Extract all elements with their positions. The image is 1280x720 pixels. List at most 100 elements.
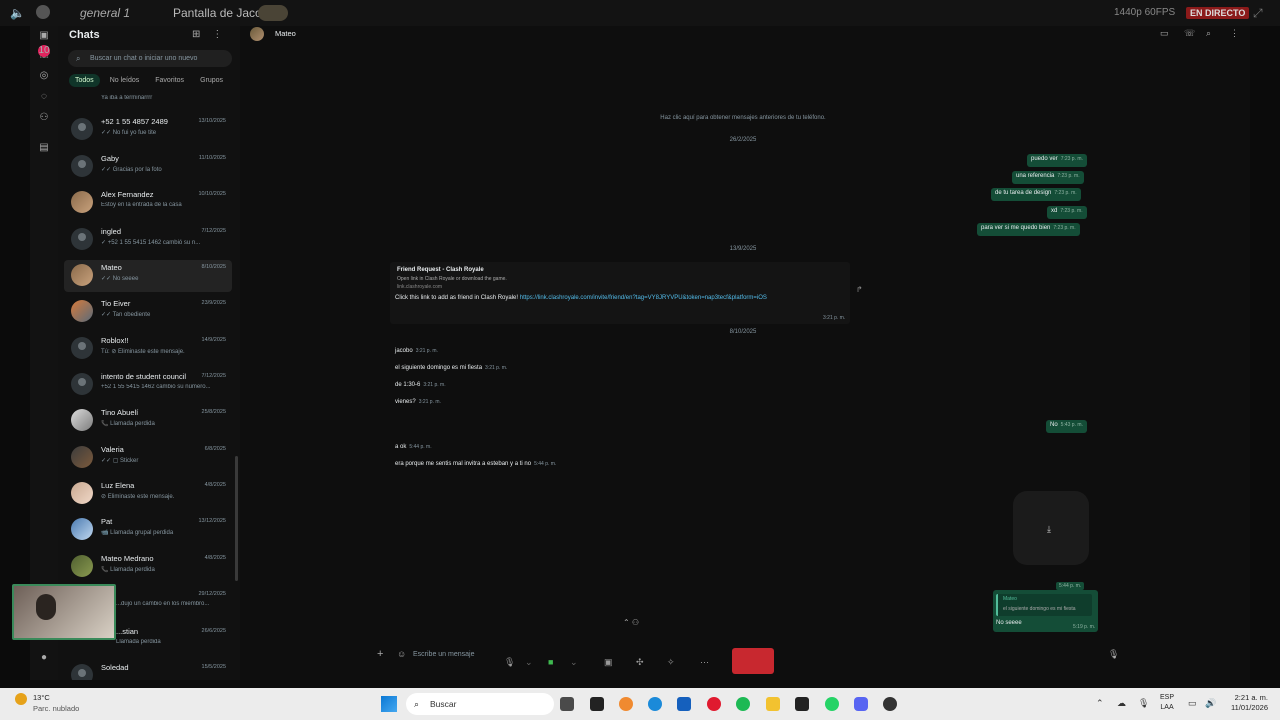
load-older-messages[interactable]: Haz clic aquí para obtener mensajes ante…: [590, 115, 896, 121]
profile-icon[interactable]: ●: [38, 652, 50, 664]
outgoing-message[interactable]: para ver si me quedo bien 7:23 p. m.: [977, 223, 1080, 236]
incoming-message[interactable]: jacobo 3:21 p. m.: [395, 348, 438, 354]
status-icon[interactable]: ◎: [38, 70, 50, 82]
chat-item[interactable]: Tino Abuelí 📞 Llamada perdida 25/8/2025: [64, 405, 232, 437]
channels-icon[interactable]: ◌: [38, 91, 50, 103]
chat-item[interactable]: Valeria ✓✓ ▢ Sticker 6/8/2025: [64, 442, 232, 474]
discord-icon[interactable]: [854, 697, 868, 711]
menu-icon[interactable]: ⋮: [212, 29, 234, 40]
chat-item[interactable]: Gaby ✓✓ Gracias por la foto 11/10/2025: [64, 151, 232, 183]
outgoing-message[interactable]: una referencia 7:23 p. m.: [1012, 171, 1084, 184]
input-language[interactable]: ESP LAA: [1160, 693, 1174, 713]
chat-preview: 📹 Llamada grupal perdida: [101, 530, 174, 536]
contact-name[interactable]: Mateo: [275, 29, 296, 38]
camera-icon[interactable]: ■: [548, 657, 553, 667]
system-clock[interactable]: 2:21 a. m. 11/01/2026: [1228, 693, 1268, 713]
contact-avatar[interactable]: [250, 27, 264, 41]
steam-icon[interactable]: [883, 697, 897, 711]
attach-icon[interactable]: +: [377, 648, 383, 660]
new-chat-icon[interactable]: ⊞: [192, 29, 212, 40]
chat-item[interactable]: Mateo Medrano 📞 Llamada perdida 4/8/2025: [64, 551, 232, 583]
outgoing-message[interactable]: xd 7:23 p. m.: [1047, 206, 1087, 219]
chat-item[interactable]: ingled ✓ +52 1 55 5415 1462 cambió su n.…: [64, 224, 232, 256]
volume-icon[interactable]: 🔈: [10, 6, 25, 20]
chat-item[interactable]: intento de student council +52 1 55 5415…: [64, 369, 232, 401]
search-label: Buscar: [430, 699, 457, 709]
screen-share-icon[interactable]: ▣: [604, 657, 613, 668]
weather-icon[interactable]: [15, 693, 27, 705]
search-icon[interactable]: ⌕: [1206, 28, 1211, 39]
quoted-message[interactable]: Mateo el siguiente domingo es mi fiesta: [996, 594, 1092, 616]
chats-icon[interactable]: ▣: [38, 30, 50, 42]
menu-icon[interactable]: ⋮: [1230, 28, 1239, 39]
chevron-up-icon[interactable]: ⌃ ⚇: [623, 618, 639, 627]
chevron-up-icon[interactable]: ⌃: [1096, 698, 1104, 709]
start-icon[interactable]: [381, 696, 397, 712]
chat-item-selected[interactable]: Mateo ✓✓ No seeee 8/10/2025: [64, 260, 232, 292]
chats-sidebar: Chats ⊞⋮ ⌕ Buscar un chat o iniciar uno …: [58, 26, 240, 680]
chat-item[interactable]: Soledad 15/5/2025: [64, 660, 232, 680]
incoming-message[interactable]: vienes? 3:21 p. m.: [395, 399, 441, 405]
chat-preview: Ya iba a terminarrrr: [101, 95, 153, 101]
chat-item[interactable]: Pat 📹 Llamada grupal perdida 13/12/2025: [64, 514, 232, 546]
incoming-message[interactable]: a ok 5:44 p. m.: [395, 444, 432, 450]
soundboard-icon[interactable]: ✧: [667, 657, 675, 668]
weather-temp[interactable]: 13°C: [33, 693, 50, 702]
clash-royale-link[interactable]: https://link.clashroyale.com/invite/frie…: [520, 295, 767, 301]
spotify-icon[interactable]: [736, 697, 750, 711]
activities-icon[interactable]: ✣: [636, 657, 644, 668]
chat-date: 15/5/2025: [201, 664, 226, 670]
chat-item[interactable]: Alex Fernandez Estoy en la entrada de la…: [64, 187, 232, 219]
outgoing-message[interactable]: de tu tarea de design 7:23 p. m.: [991, 188, 1081, 201]
chat-item[interactable]: Luz Elena ⊘ Eliminaste este mensaje. 4/8…: [64, 478, 232, 510]
mic-icon[interactable]: 🎙: [1138, 698, 1149, 709]
reply-message[interactable]: Mateo el siguiente domingo es mi fiesta …: [993, 590, 1098, 632]
stream-mic-icon[interactable]: 🎙: [504, 657, 515, 668]
whatsapp-icon[interactable]: [825, 697, 839, 711]
onedrive-icon[interactable]: ☁: [1117, 698, 1126, 709]
stop-stream-button[interactable]: [732, 648, 774, 674]
chat-item[interactable]: +52 1 55 4857 2489 ✓✓ No fui yo fue tite…: [64, 114, 232, 146]
capcut-icon[interactable]: [590, 697, 604, 711]
incoming-message[interactable]: el siguiente domingo es mi fiesta 3:21 p.…: [395, 365, 507, 371]
more-icon[interactable]: ⋯: [700, 657, 709, 668]
voice-call-icon[interactable]: ☏: [1184, 28, 1195, 39]
task-view-icon[interactable]: [560, 697, 574, 711]
webcam-overlay: [12, 584, 116, 640]
incoming-message[interactable]: de 1:30-6 3:21 p. m.: [395, 382, 446, 388]
message-text: una referencia: [1016, 173, 1055, 179]
chevron-down-icon[interactable]: ⌄: [525, 657, 533, 668]
archive-icon[interactable]: ▤: [38, 142, 50, 154]
download-media-button[interactable]: ⤓: [1013, 491, 1089, 565]
chat-item[interactable]: Roblox!! Tú: ⊘ Eliminaste este mensaje. …: [64, 333, 232, 365]
incoming-message[interactable]: era porque me sentis mal invitra a esteb…: [395, 461, 556, 467]
outgoing-message[interactable]: No 5:43 p. m.: [1046, 420, 1087, 433]
conversation-header[interactable]: Mateo ▭ ☏ ⌕ ⋮: [240, 26, 1250, 42]
taskbar-search[interactable]: ⌕ Buscar: [406, 693, 554, 715]
volume-icon[interactable]: 🔊: [1205, 698, 1216, 709]
network-icon[interactable]: ▭: [1188, 698, 1197, 709]
video-call-icon[interactable]: ▭: [1160, 28, 1169, 39]
communities-icon[interactable]: ⚇: [38, 112, 50, 124]
copilot-icon[interactable]: [619, 697, 633, 711]
chat-item[interactable]: Tio Eiver ✓✓ Tan obediente 23/9/2025: [64, 296, 232, 328]
message-input[interactable]: Escribe un mensaje: [413, 651, 474, 658]
store-icon[interactable]: [677, 697, 691, 711]
outgoing-message[interactable]: puedo ver 7:23 p. m.: [1027, 154, 1087, 167]
chat-preview: 📞 Llamada perdida: [101, 421, 155, 427]
sidebar-scrollbar[interactable]: [235, 456, 238, 581]
chat-item[interactable]: Ya iba a terminarrrr: [64, 90, 232, 106]
file-explorer-icon[interactable]: [766, 697, 780, 711]
epic-games-icon[interactable]: [795, 697, 809, 711]
mic-icon[interactable]: 🎙: [1108, 649, 1119, 660]
search-input[interactable]: ⌕ Buscar un chat o iniciar uno nuevo: [68, 50, 232, 67]
weather-desc[interactable]: Parc. nublado: [33, 704, 79, 713]
message-text: para ver si me quedo bien: [981, 225, 1051, 231]
expand-icon[interactable]: ⤢: [1253, 6, 1263, 21]
link-preview-message[interactable]: Friend Request - Clash Royale Open link …: [390, 262, 850, 324]
emoji-icon[interactable]: ☺: [397, 649, 406, 659]
forward-icon[interactable]: ↱: [856, 285, 863, 294]
opera-icon[interactable]: [707, 697, 721, 711]
edge-icon[interactable]: [648, 697, 662, 711]
chevron-down-icon[interactable]: ⌄: [570, 657, 578, 668]
